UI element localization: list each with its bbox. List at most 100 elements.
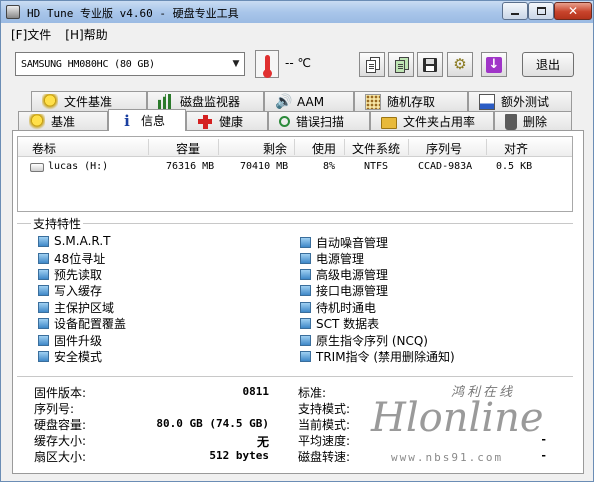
tab-health[interactable]: 健康 (186, 111, 268, 131)
menu-file[interactable]: [F]文件 (11, 26, 51, 43)
supported-features-group: 支持特性 S.M.A.R.T 48位寻址 预先读取 写入缓存 主保护区域 设备配… (17, 215, 573, 367)
feature-check-icon (38, 302, 49, 313)
exit-button[interactable]: 退出 (522, 52, 574, 77)
feature-item: 主保护区域 (38, 299, 114, 316)
feature-label: 设备配置覆盖 (54, 317, 127, 331)
copy-info-button[interactable] (359, 52, 385, 77)
cell-used: 8% (323, 161, 336, 172)
feature-item: 高级电源管理 (300, 266, 388, 283)
feature-label: 固件升级 (54, 334, 103, 348)
volume-table[interactable]: 卷标 容量 剩余 使用 文件系统 序列号 对齐 lucas (H:) 76316… (17, 136, 573, 212)
column-header-capacity[interactable]: 容量 (176, 140, 200, 157)
menu-bar: [F]文件 [H]帮助 (1, 24, 593, 44)
gear-icon: ⚙ (453, 55, 467, 73)
feature-check-icon (300, 237, 311, 248)
chevron-down-icon: ▼ (232, 59, 240, 69)
download-button[interactable]: ↓ (481, 52, 507, 77)
maximize-button[interactable] (528, 2, 554, 20)
capacity-label: 硬盘容量: (34, 418, 87, 432)
tab-random-access[interactable]: 随机存取 (354, 91, 468, 111)
feature-check-icon (300, 335, 311, 346)
feature-label: 自动噪音管理 (316, 236, 389, 250)
column-header-filesystem[interactable]: 文件系统 (352, 140, 400, 157)
feature-label: 安全模式 (54, 350, 103, 364)
tab-label: 错误扫描 (296, 115, 345, 129)
feature-check-icon (38, 285, 49, 296)
feature-check-icon (300, 253, 311, 264)
cell-label: lucas (H:) (48, 161, 109, 172)
feature-check-icon (300, 269, 311, 280)
temperature-value: -- ℃ (285, 56, 311, 70)
column-header-alignment[interactable]: 对齐 (504, 140, 528, 157)
info-icon: i (124, 111, 130, 130)
drive-select[interactable]: SAMSUNG HM080HC (80 GB) ▼ (15, 52, 245, 76)
tab-label: 额外测试 (501, 95, 550, 109)
feature-item: 设备配置覆盖 (38, 315, 126, 332)
key-icon (29, 113, 45, 130)
chart-icon (479, 93, 495, 110)
table-row[interactable]: lucas (H:) 76316 MB 70410 MB 8% NTFS CCA… (18, 159, 572, 177)
tab-label: 文件基准 (64, 95, 113, 109)
column-header-free[interactable]: 剩余 (263, 140, 287, 157)
tab-aam[interactable]: 🔊 AAM (264, 91, 354, 111)
tab-extra-tests[interactable]: 额外测试 (468, 91, 572, 111)
tab-erase[interactable]: 删除 (494, 111, 572, 131)
drive-info-group: 固件版本: 0811 序列号: 硬盘容量: 80.0 GB (74.5 GB) … (17, 376, 573, 471)
tab-error-scan[interactable]: 错误扫描 (268, 111, 370, 131)
firmware-label: 固件版本: (34, 386, 87, 400)
save-icon (423, 57, 437, 72)
tab-file-benchmark[interactable]: 文件基准 (31, 91, 147, 111)
capacity-value: 80.0 GB (74.5 GB) (156, 417, 269, 430)
save-button[interactable] (417, 52, 443, 77)
feature-item: 电源管理 (300, 250, 364, 267)
tab-label: 基准 (51, 115, 76, 129)
tab-info[interactable]: i 信息 (108, 109, 186, 131)
cell-free: 70410 MB (240, 161, 289, 172)
feature-item: 原生指令序列 (NCQ) (300, 332, 428, 349)
cell-alignment: 0.5 KB (496, 161, 533, 172)
feature-label: 48位寻址 (54, 252, 106, 266)
title-bar[interactable]: HD Tune 专业版 v4.60 - 硬盘专业工具 ✕ (1, 1, 593, 23)
feature-label: 高级电源管理 (316, 268, 389, 282)
trash-icon (505, 113, 517, 130)
column-header-label[interactable]: 卷标 (32, 140, 56, 157)
copy-green-icon (389, 53, 413, 76)
drive-select-value: SAMSUNG HM080HC (80 GB) (21, 58, 155, 70)
window-title: HD Tune 专业版 v4.60 - 硬盘专业工具 (27, 7, 239, 20)
average-speed-label: 平均速度: (298, 434, 351, 448)
tab-label: AAM (297, 94, 325, 109)
sector-label: 扇区大小: (34, 450, 87, 464)
feature-check-icon (38, 351, 49, 362)
feature-item: 自动噪音管理 (300, 234, 388, 251)
close-icon: ✕ (567, 4, 579, 18)
feature-check-icon (38, 335, 49, 346)
feature-label: 电源管理 (316, 252, 365, 266)
menu-help[interactable]: [H]帮助 (65, 26, 107, 43)
tab-benchmark[interactable]: 基准 (18, 111, 108, 131)
feature-label: 预先读取 (54, 268, 103, 282)
maximize-icon (536, 7, 546, 15)
tab-label: 随机存取 (387, 95, 436, 109)
thermometer-icon (255, 50, 279, 78)
app-icon (6, 5, 20, 19)
copy-all-button[interactable] (388, 52, 414, 77)
standard-label: 标准: (298, 386, 327, 400)
minimize-button[interactable] (502, 2, 528, 20)
feature-item: 待机时通电 (300, 299, 376, 316)
minimize-icon (511, 13, 519, 15)
tab-disk-monitor[interactable]: 磁盘监视器 (147, 91, 264, 111)
close-button[interactable]: ✕ (554, 2, 592, 20)
speaker-icon: 🔊 (275, 93, 293, 110)
column-header-serial[interactable]: 序列号 (426, 140, 462, 157)
feature-check-icon (300, 302, 311, 313)
feature-label: 待机时通电 (316, 301, 377, 315)
cell-capacity: 76316 MB (166, 161, 215, 172)
options-button[interactable]: ⚙ (447, 52, 473, 77)
tab-folder-usage[interactable]: 文件夹占用率 (370, 111, 494, 131)
download-icon: ↓ (486, 56, 502, 73)
tab-label: 健康 (219, 115, 244, 129)
copy-icon (360, 53, 384, 76)
column-header-used[interactable]: 使用 (312, 140, 336, 157)
volume-table-header: 卷标 容量 剩余 使用 文件系统 序列号 对齐 (18, 137, 572, 157)
rotation-speed-label: 磁盘转速: (298, 450, 351, 464)
